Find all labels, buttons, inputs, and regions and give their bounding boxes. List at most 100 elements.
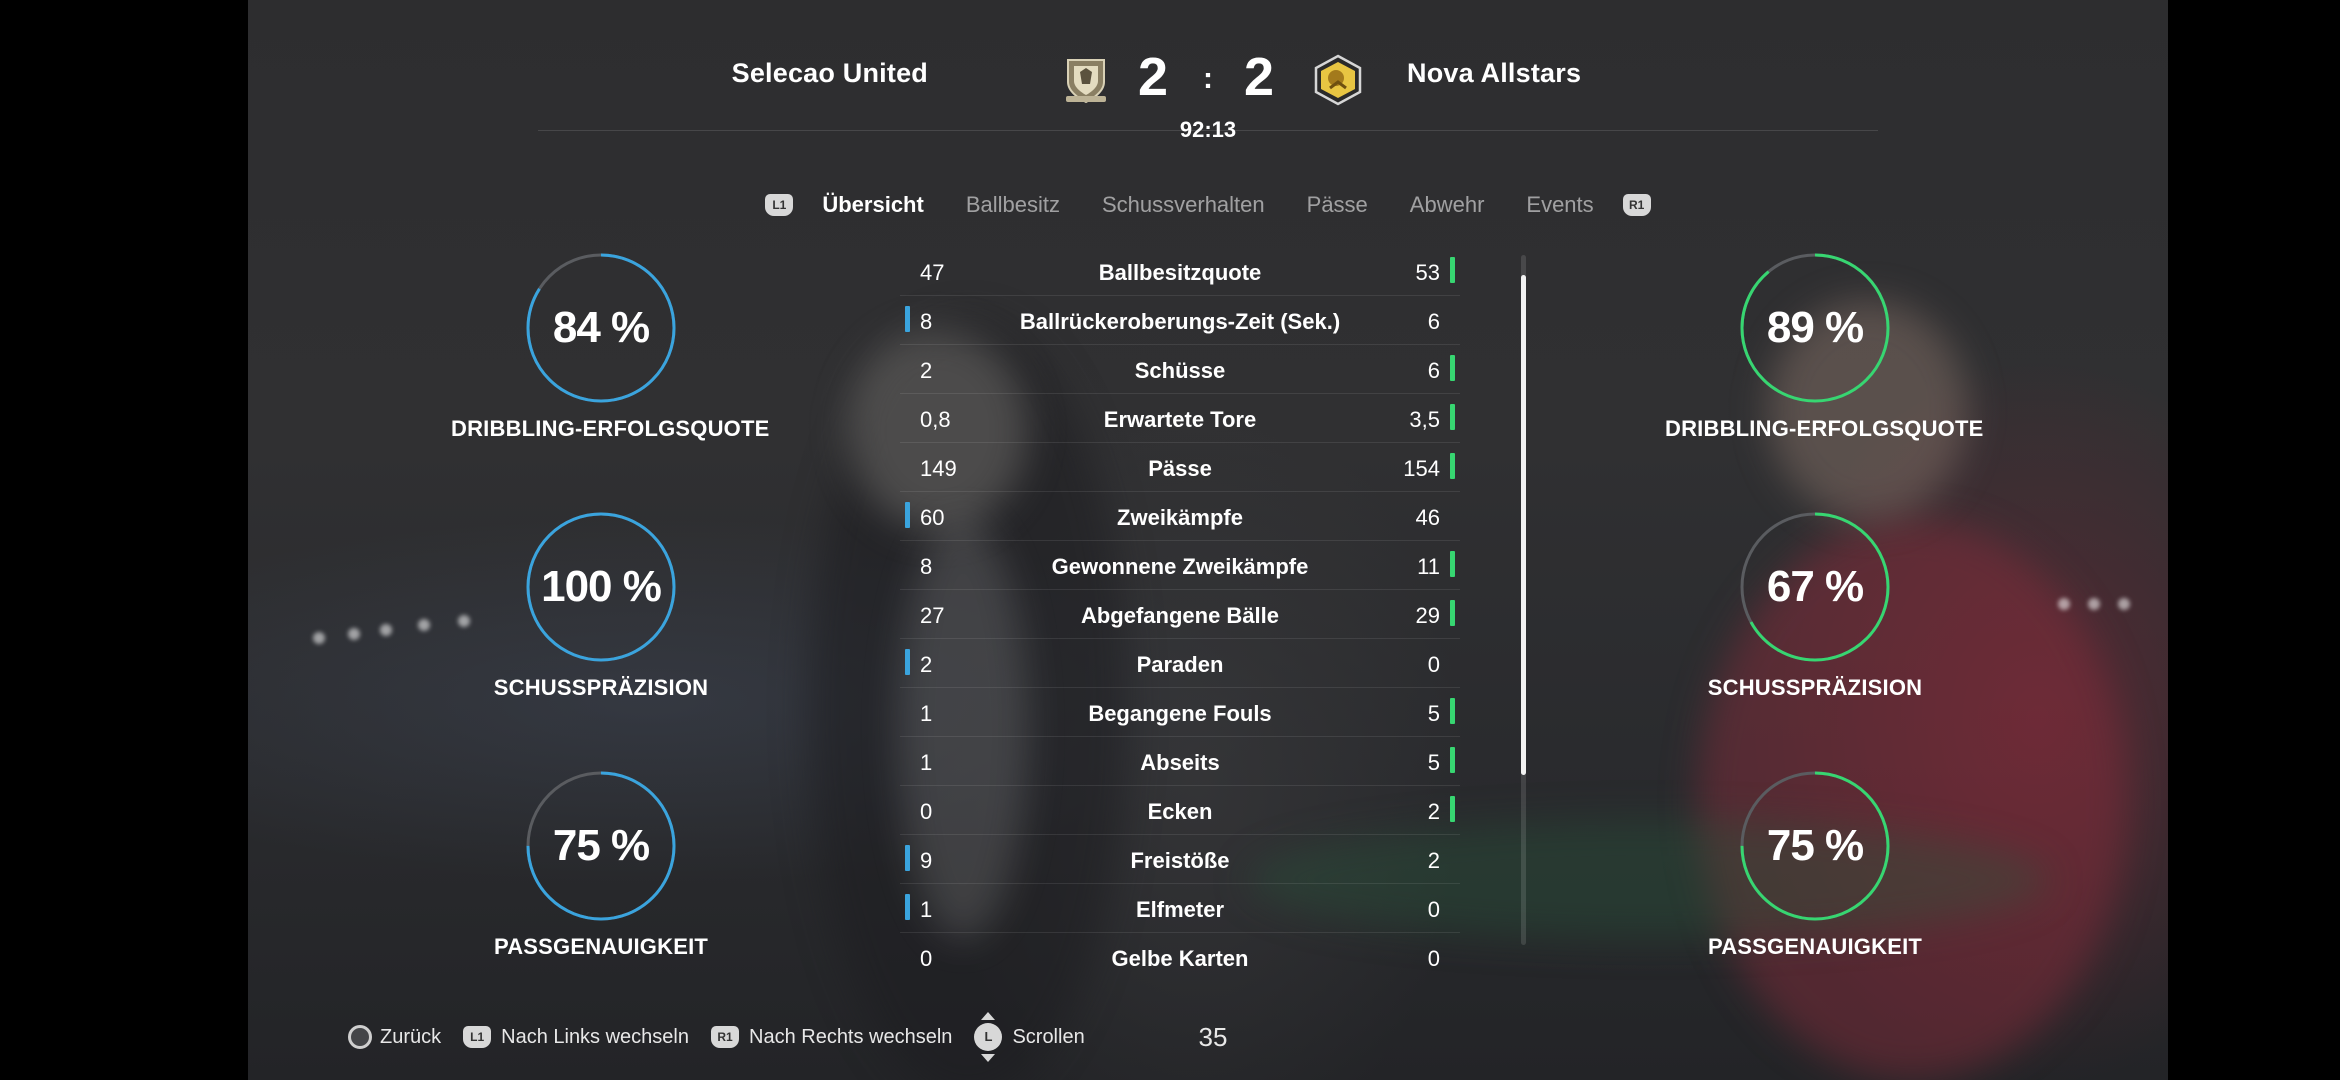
back-label: Zurück <box>380 1025 442 1048</box>
stadium-light <box>380 624 392 636</box>
away-stat-value: 46 <box>1415 505 1440 530</box>
home-ring-shot-accuracy: 100 % SCHUSSPRÄZISION <box>451 511 751 701</box>
stat-name: Abseits <box>1140 750 1220 775</box>
tab-shooting[interactable]: Schussverhalten <box>1102 192 1265 218</box>
home-ring-pass-accuracy: 75 % PASSGENAUIGKEIT <box>451 770 751 960</box>
stat-row: 0 Gelbe Karten 0 <box>900 933 1460 981</box>
circle-button-icon <box>348 1025 372 1049</box>
progress-ring: 75 % <box>525 770 677 922</box>
away-stat-value: 5 <box>1427 701 1440 726</box>
stat-row: 8 Gewonnene Zweikämpfe 11 <box>900 541 1460 590</box>
stat-name: Ballrückeroberungs-Zeit (Sek.) <box>1019 309 1341 334</box>
stat-name: Ballbesitzquote <box>1098 260 1262 285</box>
stat-name: Schüsse <box>1134 358 1226 383</box>
stats-scrollbar-thumb[interactable] <box>1521 275 1526 775</box>
stat-row: 149 Pässe 154 <box>900 443 1460 492</box>
stat-row: 27 Abgefangene Bälle 29 <box>900 590 1460 639</box>
stat-name: Ecken <box>1147 799 1213 824</box>
tab-events[interactable]: Events <box>1526 192 1593 218</box>
stat-row: 9 Freistöße 2 <box>900 835 1460 884</box>
stat-row: 47 Ballbesitzquote 53 <box>900 247 1460 296</box>
stat-name: Freistöße <box>1130 848 1230 873</box>
away-stat-value: 6 <box>1427 309 1440 334</box>
switch-right-label: Nach Rechts wechseln <box>749 1025 953 1048</box>
away-leader-marker <box>1450 747 1455 773</box>
away-leader-marker <box>1450 698 1455 724</box>
stats-table[interactable]: 47 Ballbesitzquote 53 8 Ballrückeroberungs-… <box>900 247 1460 981</box>
stadium-light <box>313 632 325 644</box>
stats-tab-bar: L1 Übersicht Ballbesitz Schussverhalten … <box>248 185 2168 225</box>
away-leader-marker <box>1450 453 1455 479</box>
stat-row: 2 Schüsse 6 <box>900 345 1460 394</box>
away-team-name: Nova Allstars <box>1407 58 1582 88</box>
away-leader-marker <box>1450 551 1455 577</box>
progress-ring: 84 % <box>525 252 677 404</box>
button-hints-footer: Zurück L1 Nach Links wechseln R1 Nach Re… <box>348 1012 1107 1062</box>
tab-passes[interactable]: Pässe <box>1307 192 1368 218</box>
stat-row: 1 Elfmeter 0 <box>900 884 1460 933</box>
stat-row: 0 Ecken 2 <box>900 786 1460 835</box>
away-stat-value: 53 <box>1415 260 1440 285</box>
away-stat-value: 29 <box>1415 603 1440 628</box>
stat-row: 60 Zweikämpfe 46 <box>900 492 1460 541</box>
progress-ring: 67 % <box>1739 511 1891 663</box>
stat-name: Elfmeter <box>1135 897 1225 922</box>
away-stat-value: 154 <box>1403 456 1440 481</box>
match-stats-screen: Selecao United 2 : 2 Nova Allstars 92:13… <box>248 0 2168 1080</box>
stat-name: Paraden <box>1136 652 1224 677</box>
home-crest-icon <box>1060 54 1112 106</box>
home-score: 2 <box>1137 47 1169 107</box>
stat-name: Gewonnene Zweikämpfe <box>1051 554 1309 579</box>
ring-value: 84 % <box>552 303 650 352</box>
progress-ring: 89 % <box>1739 252 1891 404</box>
away-stat-value: 6 <box>1427 358 1440 383</box>
tab-defense[interactable]: Abwehr <box>1410 192 1485 218</box>
stat-name: Abgefangene Bälle <box>1080 603 1280 628</box>
ring-value: 75 % <box>552 821 650 870</box>
page-number: 35 <box>1198 1022 1228 1052</box>
ring-label: PASSGENAUIGKEIT <box>1707 934 1923 959</box>
switch-right-button[interactable]: R1 Nach Rechts wechseln <box>711 1026 952 1049</box>
score-separator: : <box>1203 62 1213 95</box>
away-leader-marker <box>1450 796 1455 822</box>
away-stat-value: 5 <box>1427 750 1440 775</box>
ring-label: PASSGENAUIGKEIT <box>493 934 709 959</box>
stat-name: Begangene Fouls <box>1088 701 1272 726</box>
scroll-label: Scrollen <box>1012 1025 1085 1048</box>
away-stat-value: 0 <box>1427 946 1440 971</box>
back-button[interactable]: Zurück <box>348 1025 441 1049</box>
ring-label: DRIBBLING-ERFOLGSQUOTE <box>1665 416 1984 441</box>
ring-value: 75 % <box>1766 821 1864 870</box>
away-stat-value: 0 <box>1427 897 1440 922</box>
home-ring-dribbling: 84 % DRIBBLING-ERFOLGSQUOTE <box>451 252 770 442</box>
stat-row: 1 Abseits 5 <box>900 737 1460 786</box>
away-score: 2 <box>1243 47 1275 107</box>
stadium-light <box>2088 598 2100 610</box>
stat-name: Zweikämpfe <box>1117 505 1243 530</box>
away-leader-marker <box>1450 355 1455 381</box>
ring-value: 100 % <box>541 562 662 611</box>
away-ring-dribbling: 89 % DRIBBLING-ERFOLGSQUOTE <box>1665 252 1984 442</box>
scroll-hint[interactable]: L Scrollen <box>974 1012 1085 1062</box>
r1-button-icon: R1 <box>711 1026 739 1048</box>
tab-possession[interactable]: Ballbesitz <box>966 192 1060 218</box>
home-team-name: Selecao United <box>731 58 928 88</box>
tab-overview[interactable]: Übersicht <box>822 192 923 218</box>
r1-shoulder-button[interactable]: R1 <box>1622 194 1651 216</box>
ring-label: DRIBBLING-ERFOLGSQUOTE <box>451 416 770 441</box>
away-stat-value: 2 <box>1427 799 1440 824</box>
away-stat-value: 3,5 <box>1409 407 1440 432</box>
stat-row: 0,8 Erwartete Tore 3,5 <box>900 394 1460 443</box>
ring-label: SCHUSSPRÄZISION <box>1707 675 1923 700</box>
away-stat-value: 11 <box>1417 554 1440 579</box>
ring-value: 67 % <box>1766 562 1864 611</box>
progress-ring: 75 % <box>1739 770 1891 922</box>
l1-shoulder-button[interactable]: L1 <box>765 194 794 216</box>
ring-value: 89 % <box>1766 303 1864 352</box>
stadium-light <box>2118 598 2130 610</box>
switch-left-button[interactable]: L1 Nach Links wechseln <box>463 1026 689 1049</box>
switch-left-label: Nach Links wechseln <box>501 1025 689 1048</box>
away-ring-pass-accuracy: 75 % PASSGENAUIGKEIT <box>1665 770 1965 960</box>
stat-row: 1 Begangene Fouls 5 <box>900 688 1460 737</box>
ring-label: SCHUSSPRÄZISION <box>493 675 709 700</box>
